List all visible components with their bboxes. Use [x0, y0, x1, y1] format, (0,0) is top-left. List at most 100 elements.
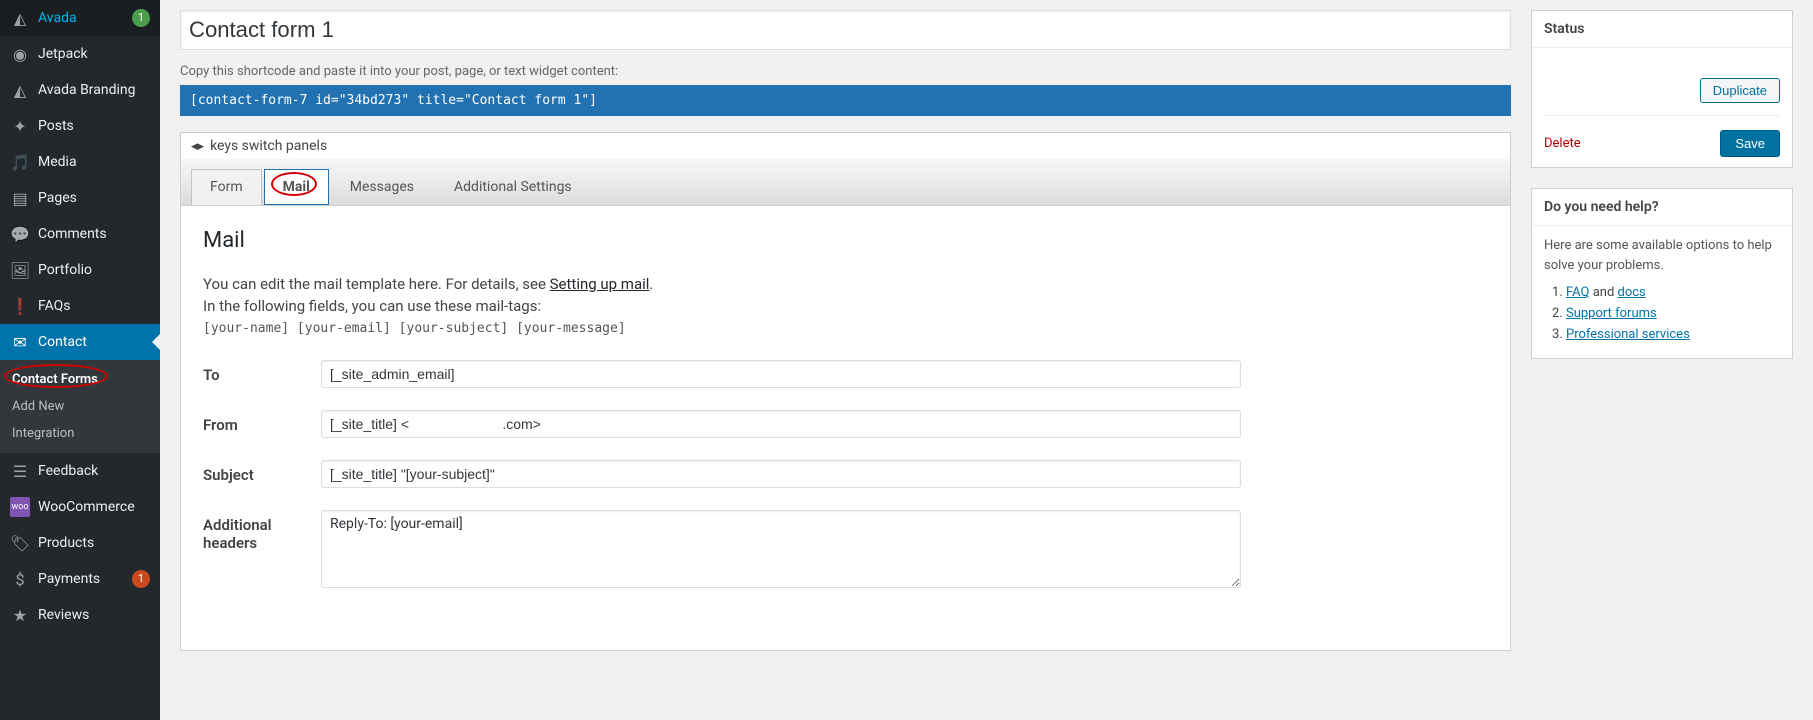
shortcode-help-text: Copy this shortcode and paste it into yo…: [180, 64, 1511, 79]
help-link-item: Professional services: [1566, 327, 1780, 342]
media-icon: 🎵: [10, 152, 30, 172]
submenu-label: Integration: [12, 426, 74, 441]
star-icon: ★: [10, 605, 30, 625]
professional-services-link[interactable]: Professional services: [1566, 327, 1690, 342]
sidebar-item-label: Posts: [38, 118, 150, 134]
tab-form[interactable]: Form: [191, 169, 262, 205]
main-content: Copy this shortcode and paste it into yo…: [160, 0, 1531, 720]
sidebar-submenu: Contact Forms Add New Integration: [0, 360, 160, 453]
submenu-item-integration[interactable]: Integration: [0, 420, 160, 447]
keys-switch-label: keys switch panels: [210, 138, 327, 154]
docs-link[interactable]: docs: [1618, 285, 1646, 300]
mail-heading: Mail: [203, 228, 1488, 253]
save-button[interactable]: Save: [1720, 130, 1780, 157]
status-metabox: Status Duplicate Delete Save: [1531, 10, 1793, 168]
faq-icon: ❗: [10, 296, 30, 316]
editor-panel: ◂▸ keys switch panels Form Mail Messages…: [180, 132, 1511, 651]
help-links-list: FAQ and docs Support forums Professional…: [1544, 285, 1780, 342]
subject-input[interactable]: [321, 460, 1241, 488]
status-title: Status: [1532, 11, 1792, 48]
field-label: Subject: [203, 460, 321, 484]
sidebar-item-label: Comments: [38, 226, 150, 242]
help-title: Do you need help?: [1532, 189, 1792, 226]
submenu-item-contact-forms[interactable]: Contact Forms: [0, 366, 160, 393]
sidebar-item-feedback[interactable]: ☰ Feedback: [0, 453, 160, 489]
alert-count-badge: 1: [132, 570, 150, 588]
tab-mail[interactable]: Mail: [264, 169, 329, 205]
duplicate-button[interactable]: Duplicate: [1700, 78, 1780, 103]
sidebar-item-label: Pages: [38, 190, 150, 206]
sidebar-item-pages[interactable]: ▤ Pages: [0, 180, 160, 216]
sidebar-item-avada[interactable]: ◭ Avada 1: [0, 0, 160, 36]
sidebar-item-faqs[interactable]: ❗ FAQs: [0, 288, 160, 324]
tabs-bar: Form Mail Messages Additional Settings: [180, 159, 1511, 206]
field-row-from: From: [203, 410, 1488, 438]
help-metabox: Do you need help? Here are some availabl…: [1531, 188, 1793, 359]
avada-logo-icon: ◭: [10, 80, 30, 100]
sidebar-item-portfolio[interactable]: 🖼 Portfolio: [0, 252, 160, 288]
keys-switch-hint: ◂▸ keys switch panels: [180, 132, 1511, 159]
right-column: Status Duplicate Delete Save Do you need…: [1531, 0, 1813, 720]
portfolio-icon: 🖼: [10, 260, 30, 280]
help-link-item: FAQ and docs: [1566, 285, 1780, 300]
tab-additional-settings[interactable]: Additional Settings: [435, 169, 591, 205]
field-row-subject: Subject: [203, 460, 1488, 488]
tab-messages[interactable]: Messages: [331, 169, 433, 205]
sidebar-item-comments[interactable]: 💬 Comments: [0, 216, 160, 252]
products-icon: 🏷: [10, 533, 30, 553]
jetpack-icon: ◉: [10, 44, 30, 64]
pages-icon: ▤: [10, 188, 30, 208]
form-title-input[interactable]: [180, 10, 1511, 50]
sidebar-item-label: Media: [38, 154, 150, 170]
sidebar-item-avada-branding[interactable]: ◭ Avada Branding: [0, 72, 160, 108]
sidebar-item-label: Avada: [38, 10, 128, 26]
pin-icon: ✦: [10, 116, 30, 136]
from-input[interactable]: [321, 410, 1241, 438]
sidebar-item-label: Portfolio: [38, 262, 150, 278]
comments-icon: 💬: [10, 224, 30, 244]
feedback-icon: ☰: [10, 461, 30, 481]
support-forums-link[interactable]: Support forums: [1566, 306, 1657, 321]
mail-tags-list: [your-name] [your-email] [your-subject] …: [203, 321, 1488, 336]
sidebar-item-label: Jetpack: [38, 46, 150, 62]
avada-logo-icon: ◭: [10, 8, 30, 28]
to-input[interactable]: [321, 360, 1241, 388]
sidebar-item-products[interactable]: 🏷 Products: [0, 525, 160, 561]
field-label: Additional headers: [203, 510, 321, 552]
shortcode-box[interactable]: [contact-form-7 id="34bd273" title="Cont…: [180, 85, 1511, 116]
sidebar-item-media[interactable]: 🎵 Media: [0, 144, 160, 180]
sidebar-item-label: FAQs: [38, 298, 150, 314]
delete-link[interactable]: Delete: [1544, 136, 1581, 151]
payments-icon: $: [10, 569, 30, 589]
faq-link[interactable]: FAQ: [1566, 285, 1589, 300]
sidebar-item-posts[interactable]: ✦ Posts: [0, 108, 160, 144]
woocommerce-icon: woo: [10, 497, 30, 517]
sidebar-item-label: Products: [38, 535, 150, 551]
submenu-item-add-new[interactable]: Add New: [0, 393, 160, 420]
setting-up-mail-link[interactable]: Setting up mail: [550, 275, 650, 293]
submenu-label: Add New: [12, 399, 64, 414]
sidebar-item-label: Avada Branding: [38, 82, 150, 98]
sidebar-item-label: Feedback: [38, 463, 150, 479]
sidebar-item-reviews[interactable]: ★ Reviews: [0, 597, 160, 633]
field-row-headers: Additional headers Reply-To: [your-email…: [203, 510, 1488, 588]
help-link-item: Support forums: [1566, 306, 1780, 321]
tab-label: Mail: [283, 179, 310, 195]
sidebar-item-jetpack[interactable]: ◉ Jetpack: [0, 36, 160, 72]
sidebar-item-label: Payments: [38, 571, 128, 587]
field-row-to: To: [203, 360, 1488, 388]
sidebar-item-payments[interactable]: $ Payments 1: [0, 561, 160, 597]
sidebar-item-label: Contact: [38, 334, 150, 350]
update-count-badge: 1: [132, 9, 150, 27]
submenu-label: Contact Forms: [12, 372, 98, 387]
left-right-arrows-icon: ◂▸: [191, 139, 204, 154]
sidebar-item-woocommerce[interactable]: woo WooCommerce: [0, 489, 160, 525]
mail-icon: ✉: [10, 332, 30, 352]
help-description: Here are some available options to help …: [1544, 236, 1780, 275]
mail-panel: Mail You can edit the mail template here…: [180, 206, 1511, 651]
field-label: To: [203, 360, 321, 384]
additional-headers-textarea[interactable]: Reply-To: [your-email]: [321, 510, 1241, 588]
sidebar-item-label: WooCommerce: [38, 499, 150, 515]
sidebar-item-label: Reviews: [38, 607, 150, 623]
sidebar-item-contact[interactable]: ✉ Contact: [0, 324, 160, 360]
